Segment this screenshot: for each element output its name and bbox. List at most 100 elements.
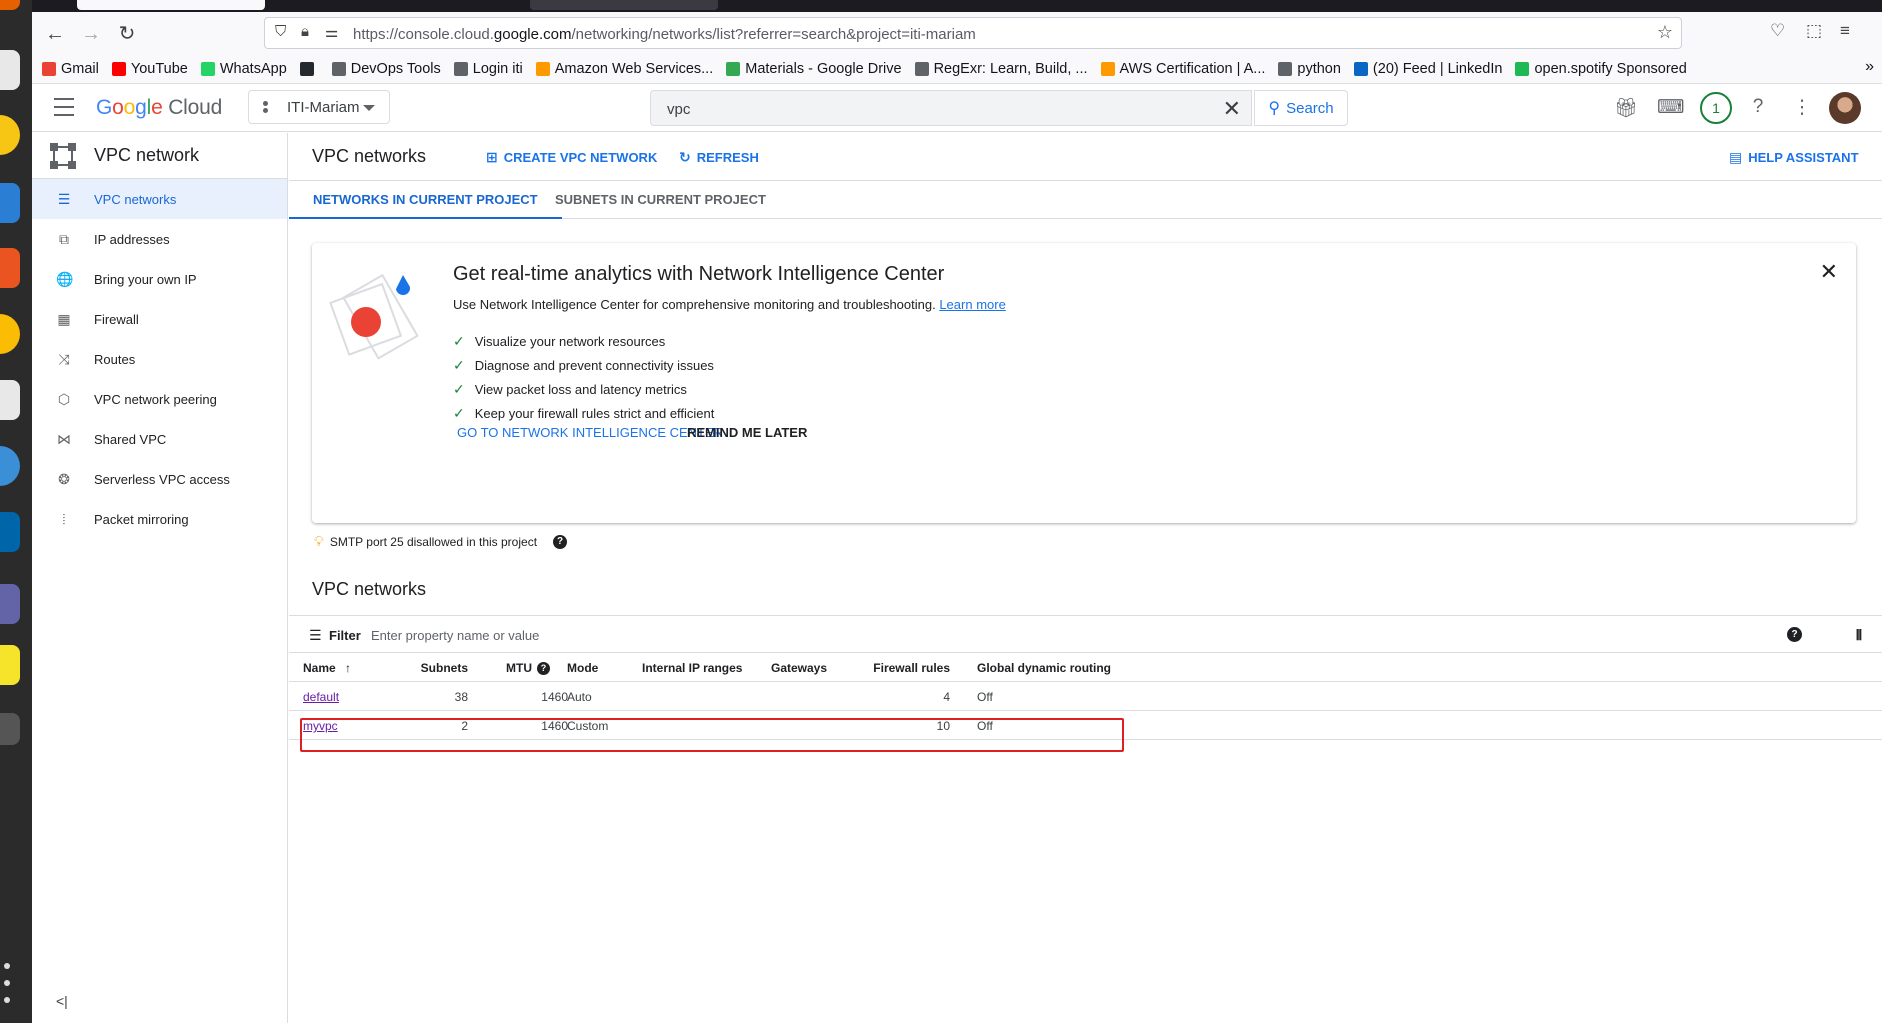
- sidebar-item-ip-addresses[interactable]: ⧉ IP addresses: [32, 219, 287, 259]
- bookmark-favicon-icon: [535, 62, 550, 76]
- chrome-icon[interactable]: [0, 314, 20, 354]
- permissions-icon[interactable]: ⚌: [325, 23, 338, 41]
- close-icon[interactable]: ✕: [1223, 96, 1241, 122]
- sidebar-item-vpc-network-peering[interactable]: ⬡ VPC network peering: [32, 379, 287, 419]
- notifications-badge[interactable]: 1: [1700, 92, 1732, 124]
- text-editor-icon[interactable]: [0, 380, 20, 420]
- checklist-item: ✓ Diagnose and prevent connectivity issue…: [453, 356, 714, 373]
- column-header-internal-ip-ranges[interactable]: Internal IP ranges: [642, 661, 742, 675]
- browser-tab[interactable]: [530, 0, 718, 10]
- column-header-firewall-rules[interactable]: Firewall rules: [873, 661, 950, 675]
- filter-label[interactable]: Filter: [329, 628, 361, 643]
- app-center-icon[interactable]: [0, 248, 20, 288]
- tab-subnets[interactable]: SUBNETS IN CURRENT PROJECT: [531, 181, 790, 219]
- bookmarks-overflow-icon[interactable]: »: [1865, 58, 1874, 76]
- back-icon[interactable]: ←: [42, 21, 68, 47]
- sidebar-item-routes[interactable]: ⤨ Routes: [32, 339, 287, 379]
- refresh-button[interactable]: ↻ REFRESH: [679, 149, 759, 166]
- bookmark-favicon-icon: [1353, 62, 1368, 76]
- search-button[interactable]: ⚲ Search: [1254, 90, 1348, 126]
- cloud-shell-icon[interactable]: ⌨: [1657, 96, 1684, 119]
- bookmark-favicon-icon: [1278, 62, 1293, 76]
- bookmark-item[interactable]: python: [1278, 61, 1341, 77]
- bookmark-item[interactable]: Login iti: [453, 61, 523, 77]
- column-header-subnets[interactable]: Subnets: [421, 661, 468, 675]
- bookmark-item[interactable]: AWS Certification | A...: [1100, 61, 1265, 77]
- bookmark-item[interactable]: Materials - Google Drive: [726, 61, 902, 77]
- sidebar-item-serverless-vpc-access[interactable]: ❂ Serverless VPC access: [32, 459, 287, 499]
- gift-icon[interactable]: 🎁︎: [1614, 96, 1638, 120]
- column-header-name[interactable]: Name ↑: [303, 661, 351, 675]
- extensions-icon[interactable]: ⬚: [1806, 21, 1822, 41]
- os-dock: [0, 0, 32, 1023]
- url-bar[interactable]: ⛉ 🔒︎ ⚌ https://console.cloud.google.com/…: [264, 17, 1682, 49]
- sidebar-item-firewall[interactable]: ▦ Firewall: [32, 299, 287, 339]
- lightbulb-icon: 💡︎: [314, 533, 324, 549]
- bookmark-item[interactable]: [299, 62, 319, 76]
- firefox-icon[interactable]: [0, 0, 20, 10]
- filter-icon[interactable]: ☰: [309, 627, 322, 644]
- bookmark-item[interactable]: open.spotify Sponsored: [1515, 61, 1687, 77]
- close-icon[interactable]: ✕: [1820, 259, 1838, 285]
- bookmark-item[interactable]: YouTube: [111, 61, 188, 77]
- column-header-mtu[interactable]: MTU?: [506, 661, 550, 676]
- column-header-mode[interactable]: Mode: [567, 661, 598, 675]
- forward-icon[interactable]: →: [78, 21, 104, 47]
- routing-cell: Off: [977, 690, 993, 704]
- files-icon[interactable]: [0, 50, 20, 90]
- bookmark-item[interactable]: RegExr: Learn, Build, ...: [914, 61, 1088, 77]
- go-to-nic-button[interactable]: GO TO NETWORK INTELLIGENCE CENTER: [457, 425, 723, 440]
- drive-icon[interactable]: [0, 713, 20, 745]
- bookmark-star-icon[interactable]: ☆: [1657, 22, 1673, 43]
- filter-input[interactable]: Enter property name or value: [371, 628, 539, 643]
- network-link[interactable]: default: [303, 690, 339, 704]
- reload-icon[interactable]: ↻: [114, 21, 140, 47]
- sidebar-item-vpc-networks[interactable]: ☰ VPC networks: [32, 179, 287, 219]
- vscode-icon[interactable]: [0, 512, 20, 552]
- show-apps-icon[interactable]: [4, 963, 12, 1003]
- sidebar-item-shared-vpc[interactable]: ⋈ Shared VPC: [32, 419, 287, 459]
- create-vpc-network-button[interactable]: ⊞ CREATE VPC NETWORK: [486, 149, 657, 166]
- more-vert-icon[interactable]: ⋮: [1790, 96, 1814, 119]
- help-icon[interactable]: ?: [553, 534, 568, 549]
- url-text[interactable]: https://console.cloud.google.com/network…: [353, 26, 976, 43]
- project-picker[interactable]: ITI-Mariam: [248, 90, 390, 124]
- bookmark-item[interactable]: Gmail: [42, 61, 99, 77]
- google-cloud-logo[interactable]: Google Cloud: [96, 96, 222, 120]
- bookmark-item[interactable]: (20) Feed | LinkedIn: [1353, 61, 1502, 77]
- check-icon: ✓: [453, 356, 465, 373]
- sidebar-item-packet-mirroring[interactable]: ⦙ Packet mirroring: [32, 499, 287, 539]
- pocket-icon[interactable]: ♡: [1770, 21, 1785, 41]
- column-header-gateways[interactable]: Gateways: [771, 661, 827, 675]
- avatar[interactable]: [1829, 92, 1861, 124]
- bookmark-item[interactable]: DevOps Tools: [331, 61, 441, 77]
- sidebar-item-bring-your-own-ip[interactable]: 🌐 Bring your own IP: [32, 259, 287, 299]
- tab-strip: [32, 0, 1882, 12]
- learn-more-link[interactable]: Learn more: [939, 297, 1005, 312]
- rhythmbox-icon[interactable]: [0, 115, 20, 155]
- collapse-sidebar-icon[interactable]: <|: [56, 993, 68, 1009]
- lock-icon[interactable]: 🔒︎: [301, 23, 309, 40]
- search-input[interactable]: vpc ✕: [650, 90, 1252, 126]
- remind-me-later-button[interactable]: REMIND ME LATER: [687, 425, 807, 440]
- column-display-options-icon[interactable]: ⦀: [1856, 627, 1862, 644]
- bookmark-favicon-icon: [914, 62, 929, 76]
- help-icon[interactable]: ?: [1787, 627, 1802, 642]
- shield-icon[interactable]: ⛉: [275, 23, 286, 40]
- help-assistant-button[interactable]: ▤ HELP ASSISTANT: [1729, 149, 1859, 166]
- network-illustration-icon: [329, 273, 419, 360]
- writer-icon[interactable]: [0, 183, 20, 223]
- help-icon[interactable]: [0, 446, 20, 486]
- bookmark-item[interactable]: WhatsApp: [200, 61, 287, 77]
- help-icon[interactable]: ?: [1746, 96, 1770, 118]
- browser-tab-active[interactable]: [77, 0, 265, 10]
- teams-icon[interactable]: [0, 584, 20, 624]
- bookmark-item[interactable]: Amazon Web Services...: [535, 61, 713, 77]
- menu-icon[interactable]: ≡: [1840, 21, 1850, 41]
- column-header-global-dynamic-routing[interactable]: Global dynamic routing: [977, 661, 1111, 675]
- help-icon[interactable]: ?: [537, 662, 550, 676]
- pycharm-icon[interactable]: [0, 645, 20, 685]
- hamburger-menu-icon[interactable]: [54, 98, 74, 116]
- tab-networks[interactable]: NETWORKS IN CURRENT PROJECT: [289, 181, 562, 219]
- project-name: ITI-Mariam: [287, 98, 360, 116]
